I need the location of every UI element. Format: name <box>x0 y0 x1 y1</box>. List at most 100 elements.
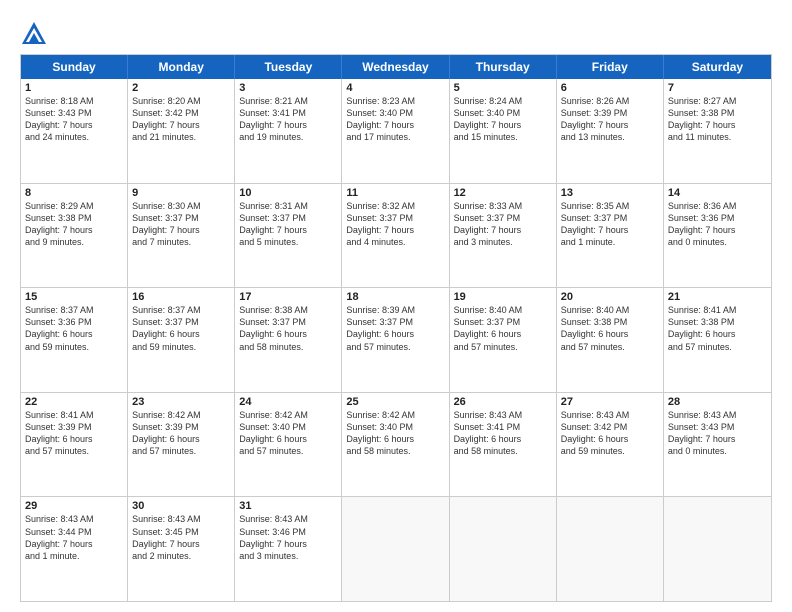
cell-info: Sunrise: 8:42 AM Sunset: 3:39 PM Dayligh… <box>132 409 230 458</box>
calendar-cell-27: 27Sunrise: 8:43 AM Sunset: 3:42 PM Dayli… <box>557 393 664 497</box>
header-day-monday: Monday <box>128 55 235 79</box>
calendar-cell-4: 4Sunrise: 8:23 AM Sunset: 3:40 PM Daylig… <box>342 79 449 183</box>
calendar-cell-15: 15Sunrise: 8:37 AM Sunset: 3:36 PM Dayli… <box>21 288 128 392</box>
header-day-tuesday: Tuesday <box>235 55 342 79</box>
calendar-row-2: 15Sunrise: 8:37 AM Sunset: 3:36 PM Dayli… <box>21 288 771 393</box>
cell-info: Sunrise: 8:35 AM Sunset: 3:37 PM Dayligh… <box>561 200 659 249</box>
logo-icon <box>20 20 48 48</box>
day-number: 12 <box>454 187 552 199</box>
day-number: 11 <box>346 187 444 199</box>
cell-info: Sunrise: 8:41 AM Sunset: 3:38 PM Dayligh… <box>668 304 767 353</box>
cell-info: Sunrise: 8:26 AM Sunset: 3:39 PM Dayligh… <box>561 95 659 144</box>
day-number: 31 <box>239 500 337 512</box>
calendar-cell-29: 29Sunrise: 8:43 AM Sunset: 3:44 PM Dayli… <box>21 497 128 601</box>
header-day-thursday: Thursday <box>450 55 557 79</box>
day-number: 27 <box>561 396 659 408</box>
day-number: 9 <box>132 187 230 199</box>
calendar-cell-23: 23Sunrise: 8:42 AM Sunset: 3:39 PM Dayli… <box>128 393 235 497</box>
day-number: 18 <box>346 291 444 303</box>
cell-info: Sunrise: 8:32 AM Sunset: 3:37 PM Dayligh… <box>346 200 444 249</box>
calendar-cell-21: 21Sunrise: 8:41 AM Sunset: 3:38 PM Dayli… <box>664 288 771 392</box>
calendar-cell-7: 7Sunrise: 8:27 AM Sunset: 3:38 PM Daylig… <box>664 79 771 183</box>
cell-info: Sunrise: 8:43 AM Sunset: 3:46 PM Dayligh… <box>239 513 337 562</box>
cell-info: Sunrise: 8:43 AM Sunset: 3:43 PM Dayligh… <box>668 409 767 458</box>
calendar-cell-1: 1Sunrise: 8:18 AM Sunset: 3:43 PM Daylig… <box>21 79 128 183</box>
calendar-cell-17: 17Sunrise: 8:38 AM Sunset: 3:37 PM Dayli… <box>235 288 342 392</box>
calendar-cell-24: 24Sunrise: 8:42 AM Sunset: 3:40 PM Dayli… <box>235 393 342 497</box>
calendar-cell-30: 30Sunrise: 8:43 AM Sunset: 3:45 PM Dayli… <box>128 497 235 601</box>
cell-info: Sunrise: 8:40 AM Sunset: 3:38 PM Dayligh… <box>561 304 659 353</box>
day-number: 20 <box>561 291 659 303</box>
header-day-sunday: Sunday <box>21 55 128 79</box>
calendar-body: 1Sunrise: 8:18 AM Sunset: 3:43 PM Daylig… <box>21 79 771 601</box>
day-number: 21 <box>668 291 767 303</box>
cell-info: Sunrise: 8:20 AM Sunset: 3:42 PM Dayligh… <box>132 95 230 144</box>
day-number: 8 <box>25 187 123 199</box>
day-number: 24 <box>239 396 337 408</box>
calendar-cell-8: 8Sunrise: 8:29 AM Sunset: 3:38 PM Daylig… <box>21 184 128 288</box>
calendar-cell-2: 2Sunrise: 8:20 AM Sunset: 3:42 PM Daylig… <box>128 79 235 183</box>
day-number: 25 <box>346 396 444 408</box>
day-number: 3 <box>239 82 337 94</box>
cell-info: Sunrise: 8:21 AM Sunset: 3:41 PM Dayligh… <box>239 95 337 144</box>
calendar-cell-28: 28Sunrise: 8:43 AM Sunset: 3:43 PM Dayli… <box>664 393 771 497</box>
cell-info: Sunrise: 8:42 AM Sunset: 3:40 PM Dayligh… <box>346 409 444 458</box>
calendar-cell-12: 12Sunrise: 8:33 AM Sunset: 3:37 PM Dayli… <box>450 184 557 288</box>
day-number: 22 <box>25 396 123 408</box>
page: SundayMondayTuesdayWednesdayThursdayFrid… <box>0 0 792 612</box>
day-number: 4 <box>346 82 444 94</box>
day-number: 23 <box>132 396 230 408</box>
day-number: 1 <box>25 82 123 94</box>
calendar-cell-11: 11Sunrise: 8:32 AM Sunset: 3:37 PM Dayli… <box>342 184 449 288</box>
calendar: SundayMondayTuesdayWednesdayThursdayFrid… <box>20 54 772 602</box>
cell-info: Sunrise: 8:40 AM Sunset: 3:37 PM Dayligh… <box>454 304 552 353</box>
cell-info: Sunrise: 8:43 AM Sunset: 3:45 PM Dayligh… <box>132 513 230 562</box>
calendar-cell-31: 31Sunrise: 8:43 AM Sunset: 3:46 PM Dayli… <box>235 497 342 601</box>
calendar-cell-10: 10Sunrise: 8:31 AM Sunset: 3:37 PM Dayli… <box>235 184 342 288</box>
calendar-cell-9: 9Sunrise: 8:30 AM Sunset: 3:37 PM Daylig… <box>128 184 235 288</box>
day-number: 5 <box>454 82 552 94</box>
calendar-header: SundayMondayTuesdayWednesdayThursdayFrid… <box>21 55 771 79</box>
calendar-cell-19: 19Sunrise: 8:40 AM Sunset: 3:37 PM Dayli… <box>450 288 557 392</box>
cell-info: Sunrise: 8:39 AM Sunset: 3:37 PM Dayligh… <box>346 304 444 353</box>
calendar-row-0: 1Sunrise: 8:18 AM Sunset: 3:43 PM Daylig… <box>21 79 771 184</box>
cell-info: Sunrise: 8:23 AM Sunset: 3:40 PM Dayligh… <box>346 95 444 144</box>
header-day-saturday: Saturday <box>664 55 771 79</box>
calendar-cell-empty <box>557 497 664 601</box>
cell-info: Sunrise: 8:24 AM Sunset: 3:40 PM Dayligh… <box>454 95 552 144</box>
calendar-row-4: 29Sunrise: 8:43 AM Sunset: 3:44 PM Dayli… <box>21 497 771 601</box>
calendar-cell-empty <box>342 497 449 601</box>
calendar-cell-22: 22Sunrise: 8:41 AM Sunset: 3:39 PM Dayli… <box>21 393 128 497</box>
header <box>20 16 772 48</box>
calendar-cell-26: 26Sunrise: 8:43 AM Sunset: 3:41 PM Dayli… <box>450 393 557 497</box>
calendar-row-3: 22Sunrise: 8:41 AM Sunset: 3:39 PM Dayli… <box>21 393 771 498</box>
calendar-cell-16: 16Sunrise: 8:37 AM Sunset: 3:37 PM Dayli… <box>128 288 235 392</box>
day-number: 30 <box>132 500 230 512</box>
calendar-row-1: 8Sunrise: 8:29 AM Sunset: 3:38 PM Daylig… <box>21 184 771 289</box>
cell-info: Sunrise: 8:30 AM Sunset: 3:37 PM Dayligh… <box>132 200 230 249</box>
calendar-cell-empty <box>450 497 557 601</box>
cell-info: Sunrise: 8:37 AM Sunset: 3:36 PM Dayligh… <box>25 304 123 353</box>
cell-info: Sunrise: 8:33 AM Sunset: 3:37 PM Dayligh… <box>454 200 552 249</box>
day-number: 14 <box>668 187 767 199</box>
cell-info: Sunrise: 8:38 AM Sunset: 3:37 PM Dayligh… <box>239 304 337 353</box>
day-number: 7 <box>668 82 767 94</box>
cell-info: Sunrise: 8:42 AM Sunset: 3:40 PM Dayligh… <box>239 409 337 458</box>
day-number: 29 <box>25 500 123 512</box>
cell-info: Sunrise: 8:43 AM Sunset: 3:42 PM Dayligh… <box>561 409 659 458</box>
day-number: 26 <box>454 396 552 408</box>
calendar-cell-6: 6Sunrise: 8:26 AM Sunset: 3:39 PM Daylig… <box>557 79 664 183</box>
calendar-cell-13: 13Sunrise: 8:35 AM Sunset: 3:37 PM Dayli… <box>557 184 664 288</box>
cell-info: Sunrise: 8:29 AM Sunset: 3:38 PM Dayligh… <box>25 200 123 249</box>
header-day-friday: Friday <box>557 55 664 79</box>
calendar-cell-14: 14Sunrise: 8:36 AM Sunset: 3:36 PM Dayli… <box>664 184 771 288</box>
day-number: 17 <box>239 291 337 303</box>
day-number: 13 <box>561 187 659 199</box>
calendar-cell-3: 3Sunrise: 8:21 AM Sunset: 3:41 PM Daylig… <box>235 79 342 183</box>
calendar-cell-5: 5Sunrise: 8:24 AM Sunset: 3:40 PM Daylig… <box>450 79 557 183</box>
cell-info: Sunrise: 8:41 AM Sunset: 3:39 PM Dayligh… <box>25 409 123 458</box>
day-number: 10 <box>239 187 337 199</box>
cell-info: Sunrise: 8:43 AM Sunset: 3:44 PM Dayligh… <box>25 513 123 562</box>
calendar-cell-18: 18Sunrise: 8:39 AM Sunset: 3:37 PM Dayli… <box>342 288 449 392</box>
day-number: 6 <box>561 82 659 94</box>
